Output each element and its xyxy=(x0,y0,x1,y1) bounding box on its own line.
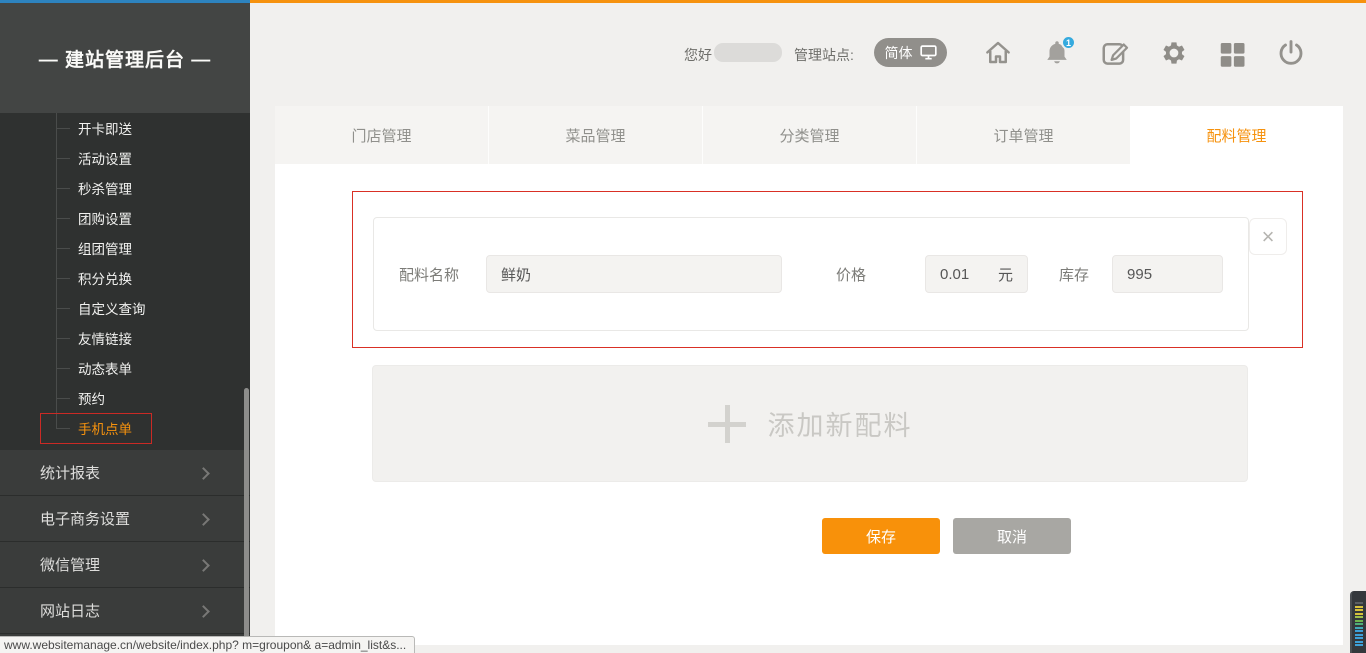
save-button[interactable]: 保存 xyxy=(822,518,940,554)
sidebar-item-links[interactable]: 友情链接 xyxy=(0,323,250,353)
stock-field[interactable] xyxy=(1112,255,1223,293)
sidebar-item-mobile-order[interactable]: 手机点单 xyxy=(0,413,250,443)
tab-order-management[interactable]: 订单管理 xyxy=(916,106,1130,164)
sidebar-scrollbar[interactable] xyxy=(244,388,249,650)
sidebar-item-teambuy[interactable]: 组团管理 xyxy=(0,233,250,263)
cancel-button[interactable]: 取消 xyxy=(953,518,1071,554)
sidebar-item-reservation[interactable]: 预约 xyxy=(0,383,250,413)
sidebar-groups: 统计报表 电子商务设置 微信管理 网站日志 xyxy=(0,450,250,653)
notification-badge: 1 xyxy=(1061,35,1076,50)
remove-ingredient-button[interactable]: × xyxy=(1249,218,1287,255)
topbar-orange-strip xyxy=(250,0,1366,3)
price-input[interactable] xyxy=(940,266,984,283)
notifications-bell-icon[interactable]: 1 xyxy=(1042,38,1072,68)
chevron-right-icon xyxy=(197,467,210,480)
tab-category-management[interactable]: 分类管理 xyxy=(702,106,916,164)
tab-content: 配料名称 价格 元 库存 × 添加新配料 保存 xyxy=(275,164,1343,645)
sidebar-item-groupbuy[interactable]: 团购设置 xyxy=(0,203,250,233)
managed-site-label: 管理站点: xyxy=(794,45,854,65)
chevron-right-icon xyxy=(197,605,210,618)
sidebar-group-wechat[interactable]: 微信管理 xyxy=(0,542,250,588)
tab-ingredient-management[interactable]: 配料管理 xyxy=(1130,106,1343,164)
app-title-text: — 建站管理后台 — xyxy=(39,45,212,72)
browser-status-bar: www.websitemanage.cn/website/index.php? … xyxy=(0,636,415,653)
close-icon: × xyxy=(1262,224,1275,250)
apps-grid-icon[interactable] xyxy=(1217,38,1247,68)
chevron-right-icon xyxy=(197,513,210,526)
price-field[interactable]: 元 xyxy=(925,255,1028,293)
settings-gear-icon[interactable] xyxy=(1158,38,1188,68)
sidebar-item-custom-query[interactable]: 自定义查询 xyxy=(0,293,250,323)
language-pill-label: 简体 xyxy=(885,43,913,63)
edit-icon[interactable] xyxy=(1100,38,1130,68)
monitor-icon xyxy=(920,45,937,60)
sidebar-group-statistics[interactable]: 统计报表 xyxy=(0,450,250,496)
ingredient-name-input[interactable] xyxy=(501,266,767,283)
sidebar-item-points[interactable]: 积分兑换 xyxy=(0,263,250,293)
logout-power-icon[interactable] xyxy=(1276,38,1306,68)
ingredient-card: 配料名称 价格 元 库存 xyxy=(373,217,1249,331)
sidebar-submenu: 开卡即送 活动设置 秒杀管理 团购设置 组团管理 积分兑换 自定义查询 友情链接… xyxy=(0,113,250,443)
sidebar-group-label: 网站日志 xyxy=(40,600,100,621)
tab-store-management[interactable]: 门店管理 xyxy=(275,106,488,164)
site-language-pill[interactable]: 简体 xyxy=(874,38,947,67)
add-ingredient-button[interactable]: 添加新配料 xyxy=(372,365,1248,482)
tab-dish-management[interactable]: 菜品管理 xyxy=(488,106,702,164)
sidebar: — 建站管理后台 — 开卡即送 活动设置 秒杀管理 团购设置 组团管理 积分兑换… xyxy=(0,3,250,653)
stock-label: 库存 xyxy=(1059,264,1089,285)
redacted-username xyxy=(714,43,782,62)
sidebar-item-card-gift[interactable]: 开卡即送 xyxy=(0,113,250,143)
ingredient-name-field[interactable] xyxy=(486,255,782,293)
sidebar-group-ecommerce[interactable]: 电子商务设置 xyxy=(0,496,250,542)
greeting-text: 您好 xyxy=(684,45,712,65)
app-title: — 建站管理后台 — xyxy=(0,3,250,113)
ingredient-name-label: 配料名称 xyxy=(399,264,459,285)
chevron-right-icon xyxy=(197,559,210,572)
sidebar-group-sitelog[interactable]: 网站日志 xyxy=(0,588,250,634)
tab-bar: 门店管理 菜品管理 分类管理 订单管理 配料管理 xyxy=(275,106,1343,164)
sidebar-group-label: 统计报表 xyxy=(40,462,100,483)
content-panel: 门店管理 菜品管理 分类管理 订单管理 配料管理 配料名称 价格 元 库存 xyxy=(275,106,1343,645)
plus-icon xyxy=(708,405,746,443)
sidebar-item-activity[interactable]: 活动设置 xyxy=(0,143,250,173)
sidebar-item-dynamic-form[interactable]: 动态表单 xyxy=(0,353,250,383)
home-icon[interactable] xyxy=(983,38,1013,68)
price-unit: 元 xyxy=(998,264,1013,285)
add-ingredient-label: 添加新配料 xyxy=(768,404,913,443)
price-label: 价格 xyxy=(836,264,866,285)
sidebar-group-label: 微信管理 xyxy=(40,554,100,575)
ingredient-row-highlight: 配料名称 价格 元 库存 × xyxy=(352,191,1303,348)
taskbar-meter-widget xyxy=(1350,591,1366,653)
sidebar-group-label: 电子商务设置 xyxy=(40,508,130,529)
stock-input[interactable] xyxy=(1127,266,1208,283)
sidebar-item-seckill[interactable]: 秒杀管理 xyxy=(0,173,250,203)
